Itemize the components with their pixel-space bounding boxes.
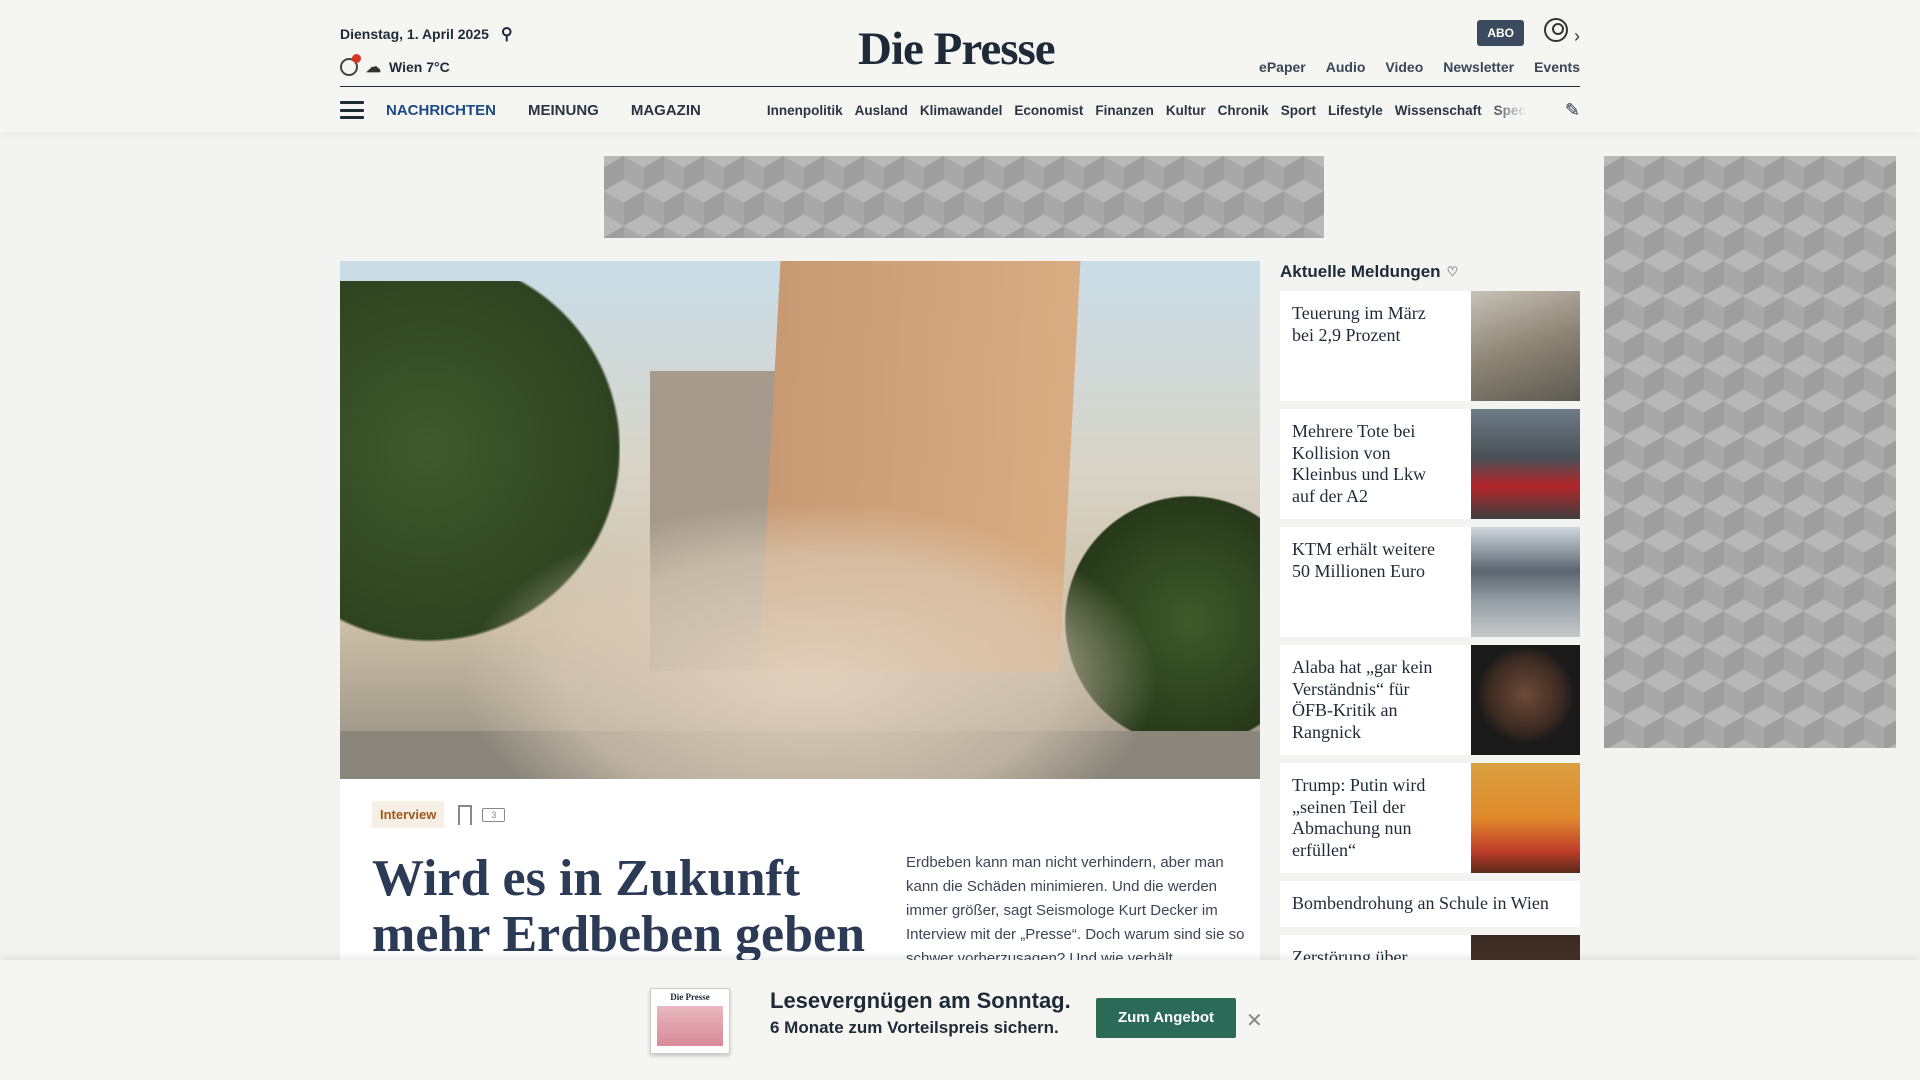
hamburger-menu-icon[interactable] (340, 101, 364, 119)
search-icon[interactable]: ⚲ (501, 24, 513, 44)
ad-banner-top[interactable] (604, 156, 1324, 238)
cloud-icon: ☁ (366, 59, 381, 76)
bell-icon[interactable]: ♡ (1447, 264, 1459, 280)
news-item[interactable]: Trump: Putin wird „seinen Teil der Abmac… (1280, 763, 1580, 873)
nav-nachrichten[interactable]: NACHRICHTEN (386, 102, 496, 119)
chevron-right-icon[interactable]: › (1574, 26, 1580, 46)
link-audio[interactable]: Audio (1326, 59, 1366, 75)
subnav-spectrum[interactable]: Spectrum (1494, 103, 1527, 118)
header-actions: ABO › ePaper Audio Video Newsletter Even… (1259, 18, 1580, 75)
sub-navigation: Innenpolitik Ausland Klimawandel Economi… (767, 103, 1527, 118)
article-headline[interactable]: Wird es in Zukunft mehr Erdbeben geben (372, 851, 872, 963)
ad-skyscraper[interactable] (1604, 156, 1896, 748)
promo-headline: Lesevergnügen am Sonntag. (770, 988, 1071, 1013)
promo-magazine-image[interactable]: Die Presse (650, 988, 730, 1054)
news-item[interactable]: KTM erhält weitere 50 Millionen Euro (1280, 527, 1580, 637)
subnav-innenpolitik[interactable]: Innenpolitik (767, 103, 843, 118)
news-item-thumbnail[interactable] (1471, 763, 1580, 873)
article-meta: Interview 3 (372, 801, 506, 828)
service-links: ePaper Audio Video Newsletter Events (1259, 59, 1580, 75)
news-item[interactable]: Mehrere Tote bei Kollision von Kleinbus … (1280, 409, 1580, 519)
subnav-economist[interactable]: Economist (1014, 103, 1083, 118)
weather-text: Wien 7°C (389, 59, 450, 75)
subnav-wissenschaft[interactable]: Wissenschaft (1395, 103, 1482, 118)
link-epaper[interactable]: ePaper (1259, 59, 1306, 75)
subnav-lifestyle[interactable]: Lifestyle (1328, 103, 1383, 118)
news-item-thumbnail[interactable] (1471, 291, 1580, 401)
offer-button[interactable]: Zum Angebot (1096, 998, 1236, 1038)
news-item-thumbnail[interactable] (1471, 645, 1580, 755)
news-item-thumbnail[interactable] (1471, 409, 1580, 519)
pencil-icon[interactable]: ✎ (1565, 100, 1580, 121)
close-icon[interactable]: ✕ (1246, 1008, 1263, 1033)
subnav-sport[interactable]: Sport (1281, 103, 1316, 118)
link-video[interactable]: Video (1385, 59, 1423, 75)
news-item-title[interactable]: Trump: Putin wird „seinen Teil der Abmac… (1292, 775, 1452, 861)
news-item-title[interactable]: Bombendrohung an Schule in Wien (1292, 893, 1572, 915)
news-item[interactable]: Teuerung im März bei 2,9 Prozent (1280, 291, 1580, 401)
site-logo[interactable]: Die Presse (858, 22, 1056, 76)
article-teaser: Erdbeben kann man nicht verhindern, aber… (906, 854, 1245, 967)
news-item-thumbnail[interactable] (1471, 527, 1580, 637)
subnav-finanzen[interactable]: Finanzen (1095, 103, 1154, 118)
main-navigation: NACHRICHTEN MEINUNG MAGAZIN Innenpolitik… (340, 96, 1580, 124)
header-info: Dienstag, 1. April 2025 ⚲ ☁ Wien 7°C (340, 24, 513, 76)
comment-count-icon[interactable]: 3 (482, 807, 506, 822)
user-icon[interactable] (1544, 18, 1568, 42)
subnav-klimawandel[interactable]: Klimawandel (920, 103, 1003, 118)
article-tag[interactable]: Interview (372, 801, 445, 828)
promo-banner: Die Presse Lesevergnügen am Sonntag. 6 M… (0, 960, 1920, 1080)
news-item-title[interactable]: KTM erhält weitere 50 Millionen Euro (1292, 539, 1452, 582)
subnav-ausland[interactable]: Ausland (855, 103, 908, 118)
news-item-title[interactable]: Alaba hat „gar kein Verständnis“ für ÖFB… (1292, 657, 1452, 743)
link-newsletter[interactable]: Newsletter (1443, 59, 1514, 75)
subnav-chronik[interactable]: Chronik (1218, 103, 1269, 118)
nav-magazin[interactable]: MAGAZIN (631, 102, 701, 119)
news-item[interactable]: Bombendrohung an Schule in Wien (1280, 881, 1580, 927)
notification-clock-icon[interactable] (340, 54, 361, 76)
nav-divider (340, 86, 1580, 87)
promo-subline: 6 Monate zum Vorteilspreis sichern. (770, 1018, 1059, 1037)
abo-button[interactable]: ABO (1477, 19, 1524, 46)
link-events[interactable]: Events (1534, 59, 1580, 75)
nav-meinung[interactable]: MEINUNG (528, 102, 599, 119)
promo-text: Lesevergnügen am Sonntag. 6 Monate zum V… (770, 988, 1071, 1038)
account-menu[interactable]: › (1544, 18, 1580, 47)
subnav-kultur[interactable]: Kultur (1166, 103, 1206, 118)
bookmark-icon[interactable] (458, 804, 473, 825)
news-item-title[interactable]: Mehrere Tote bei Kollision von Kleinbus … (1292, 421, 1452, 507)
latest-news-list: Teuerung im März bei 2,9 Prozent Mehrere… (1280, 291, 1580, 1053)
news-item[interactable]: Alaba hat „gar kein Verständnis“ für ÖFB… (1280, 645, 1580, 755)
sidebar-title: Aktuelle Meldungen ♡ (1280, 262, 1459, 281)
current-date: Dienstag, 1. April 2025 (340, 26, 489, 42)
promo-magazine-logo: Die Presse (670, 992, 710, 1002)
news-item-title[interactable]: Teuerung im März bei 2,9 Prozent (1292, 303, 1452, 346)
site-header: Dienstag, 1. April 2025 ⚲ ☁ Wien 7°C Die… (0, 0, 1920, 132)
hero-image[interactable] (340, 261, 1260, 779)
hero-article[interactable]: Interview 3 Wird es in Zukunft mehr Erdb… (340, 261, 1260, 981)
